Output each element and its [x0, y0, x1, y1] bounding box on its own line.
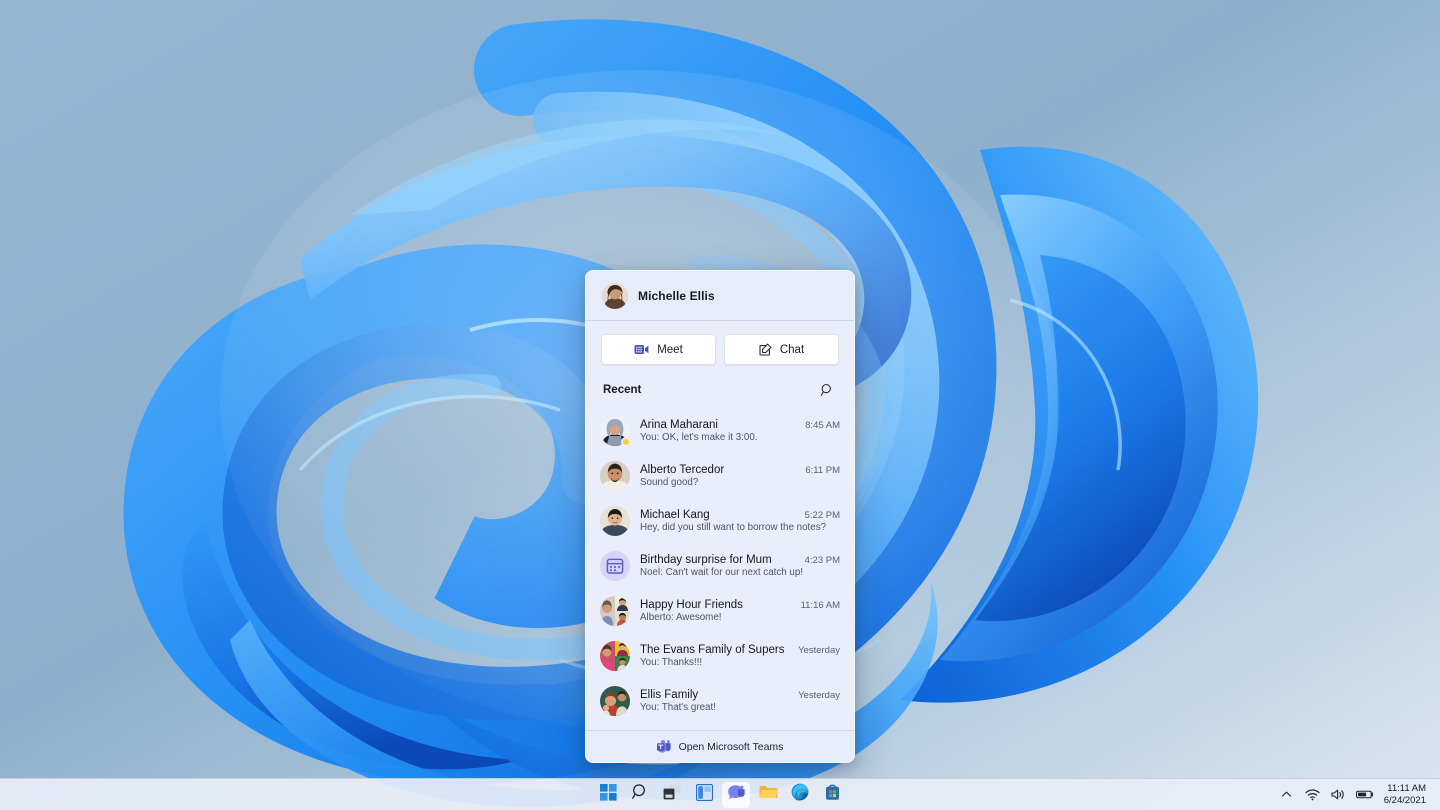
- taskbar: 11:11 AM 6/24/2021: [0, 778, 1440, 810]
- chat-time: 11:16 AM: [800, 599, 840, 611]
- chat-preview: Sound good?: [640, 476, 699, 488]
- meet-button[interactable]: Meet: [601, 334, 716, 365]
- chat-name: Ellis Family: [640, 688, 699, 701]
- chat-name: Arina Maharani: [640, 418, 718, 431]
- list-item[interactable]: Birthday surprise for Mum 4:23 PM Noel: …: [586, 543, 854, 588]
- windows-logo-icon: [599, 783, 617, 806]
- teams-chat-icon: [727, 784, 746, 806]
- clock-time: 11:11 AM: [1387, 782, 1426, 794]
- file-explorer-button[interactable]: [754, 782, 782, 808]
- chat-preview: Alberto: Awesome!: [640, 611, 722, 623]
- compose-chat-icon: [759, 343, 772, 356]
- system-tray: 11:11 AM 6/24/2021: [1278, 779, 1432, 810]
- meet-button-label: Meet: [657, 343, 683, 356]
- avatar: [600, 685, 630, 716]
- chat-teams-button[interactable]: [722, 781, 750, 808]
- avatar: [600, 640, 630, 671]
- task-view-button[interactable]: [658, 782, 686, 808]
- recent-chat-list: Arina Maharani 8:45 AM You: OK, let's ma…: [586, 408, 854, 730]
- list-item[interactable]: Happy Hour Friends 11:16 AM Alberto: Awe…: [586, 588, 854, 633]
- chat-preview: Hey, did you still want to borrow the no…: [640, 521, 827, 533]
- list-item-text: Arina Maharani 8:45 AM You: OK, let's ma…: [640, 419, 840, 443]
- clock-and-date[interactable]: 11:11 AM 6/24/2021: [1382, 783, 1432, 806]
- chat-name: Alberto Tercedor: [640, 463, 725, 476]
- show-hidden-icons-chevron[interactable]: [1278, 784, 1296, 806]
- widgets-icon: [695, 783, 713, 806]
- chat-time: 6:11 PM: [805, 464, 840, 476]
- teams-chat-flyout: Michelle Ellis Meet Chat Recent Arina Ma…: [585, 270, 855, 763]
- video-camera-icon: [634, 344, 649, 355]
- desktop: Michelle Ellis Meet Chat Recent Arina Ma…: [0, 0, 1440, 810]
- wifi-icon[interactable]: [1304, 784, 1322, 806]
- list-item-text: Ellis Family Yesterday You: That's great…: [640, 689, 840, 713]
- list-item-text: The Evans Family of Supers Yesterday You…: [640, 644, 840, 668]
- chat-preview: You: Thanks!!!: [640, 656, 703, 668]
- avatar: [600, 505, 630, 536]
- widgets-button[interactable]: [690, 782, 718, 808]
- chat-preview: You: OK, let's make it 3:00.: [640, 431, 758, 443]
- search-icon[interactable]: [817, 380, 837, 400]
- open-microsoft-teams-button[interactable]: Open Microsoft Teams: [586, 730, 854, 762]
- chat-time: Yesterday: [798, 644, 840, 656]
- store-icon: [824, 784, 841, 806]
- chat-time: 8:45 AM: [805, 419, 840, 431]
- microsoft-teams-icon: [656, 740, 671, 753]
- battery-icon[interactable]: [1355, 784, 1374, 806]
- search-icon: [631, 783, 649, 806]
- chat-name: Michael Kang: [640, 508, 710, 521]
- microsoft-store-button[interactable]: [818, 782, 846, 808]
- recent-section-header: Recent: [586, 376, 854, 408]
- list-item-text: Happy Hour Friends 11:16 AM Alberto: Awe…: [640, 599, 840, 623]
- avatar: [600, 415, 631, 447]
- chat-name: Birthday surprise for Mum: [640, 553, 772, 566]
- chat-name: The Evans Family of Supers: [640, 643, 785, 656]
- list-item-text: Michael Kang 5:22 PM Hey, did you still …: [640, 509, 840, 533]
- edge-icon: [791, 783, 809, 806]
- list-item[interactable]: Ellis Family Yesterday You: That's great…: [586, 678, 854, 723]
- task-view-icon: [663, 784, 681, 805]
- search-button[interactable]: [626, 782, 654, 808]
- list-item[interactable]: Arina Maharani 8:45 AM You: OK, let's ma…: [586, 408, 854, 453]
- start-button[interactable]: [594, 782, 622, 808]
- speaker-icon[interactable]: [1330, 784, 1348, 806]
- microsoft-edge-button[interactable]: [786, 782, 814, 808]
- quick-actions-row: Meet Chat: [586, 321, 854, 376]
- list-item-text: Alberto Tercedor 6:11 PM Sound good?: [640, 464, 840, 488]
- avatar: [600, 595, 630, 626]
- flyout-header: Michelle Ellis: [586, 271, 854, 321]
- clock-date: 6/24/2021: [1383, 794, 1426, 806]
- current-user-name: Michelle Ellis: [638, 288, 715, 303]
- presence-badge: [621, 436, 631, 447]
- chat-time: Yesterday: [798, 689, 840, 701]
- group-calendar-icon: [606, 558, 624, 574]
- current-user-avatar[interactable]: [602, 282, 628, 309]
- avatar: [600, 550, 630, 581]
- chat-preview: Noel: Can't wait for our next catch up!: [640, 566, 804, 578]
- list-item[interactable]: Michael Kang 5:22 PM Hey, did you still …: [586, 498, 854, 543]
- chat-time: 5:22 PM: [804, 509, 840, 521]
- chat-button-label: Chat: [779, 343, 805, 356]
- recent-label: Recent: [603, 384, 642, 396]
- list-item[interactable]: The Evans Family of Supers Yesterday You…: [586, 633, 854, 678]
- file-explorer-icon: [759, 784, 778, 805]
- taskbar-center-group: [0, 781, 1440, 808]
- list-item[interactable]: Alberto Tercedor 6:11 PM Sound good?: [586, 453, 854, 498]
- chat-name: Happy Hour Friends: [640, 598, 743, 611]
- chat-preview: You: That's great!: [640, 701, 716, 713]
- open-teams-label: Open Microsoft Teams: [678, 740, 784, 753]
- chat-button[interactable]: Chat: [724, 334, 839, 365]
- chat-time: 4:23 PM: [804, 554, 840, 566]
- list-item-text: Birthday surprise for Mum 4:23 PM Noel: …: [640, 554, 840, 578]
- avatar: [600, 460, 630, 491]
